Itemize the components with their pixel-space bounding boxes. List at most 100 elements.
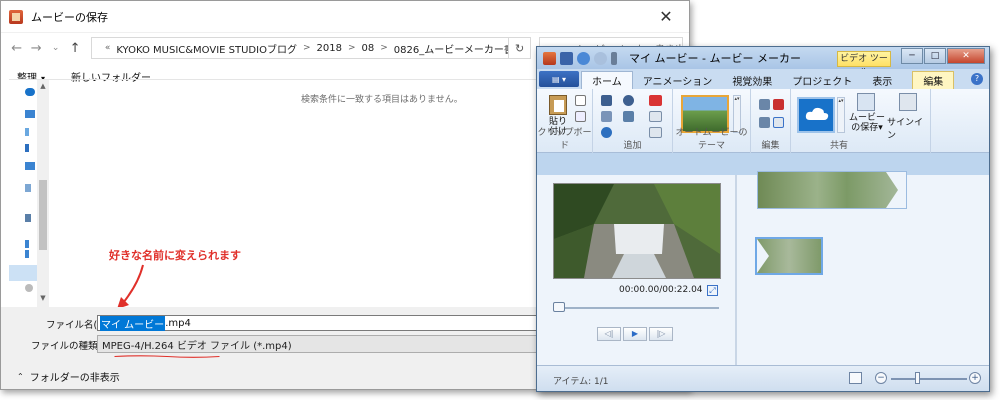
theme-group-label: オートムービーのテーマ	[675, 128, 748, 151]
close-button[interactable]: ✕	[643, 2, 689, 32]
annotation-underline	[114, 355, 220, 358]
filetype-select[interactable]: MPEG-4/H.264 ビデオ ファイル (*.mp4)	[97, 335, 537, 353]
zoom-slider[interactable]	[891, 378, 967, 380]
tab-edit[interactable]: 編集	[912, 71, 955, 89]
snapshot-icon[interactable]	[623, 111, 634, 122]
save-movie-button[interactable]: ムービーの保存▾	[847, 113, 887, 133]
desktop-icon[interactable]	[25, 162, 35, 170]
tab-home[interactable]: ホーム	[581, 71, 633, 89]
address-bar[interactable]: « KYOKO MUSIC&MOVIE STUDIOブログ > 2018 > 0…	[90, 37, 510, 59]
add-video-icon[interactable]	[601, 95, 612, 106]
zoom-slider-thumb[interactable]	[915, 372, 920, 384]
chevron-up-icon[interactable]: ⌃	[17, 372, 24, 381]
breadcrumb-separator[interactable]: >	[380, 43, 388, 53]
zoom-out-button[interactable]: −	[875, 372, 887, 384]
pictures-icon[interactable]	[25, 214, 31, 222]
save-movie-icon[interactable]	[857, 93, 875, 111]
video-tools-label: ビデオ ツール	[837, 51, 891, 78]
onedrive-share-button[interactable]	[797, 97, 835, 133]
redo-icon[interactable]	[594, 51, 607, 65]
dialog-title-bar: ムービーの保存 ✕	[1, 1, 689, 33]
annotation-arrow-icon	[117, 264, 144, 309]
previous-frame-button[interactable]: ◁|	[597, 327, 621, 341]
pc-icon[interactable]	[25, 110, 35, 118]
tab-project[interactable]: プロジェクト	[782, 71, 862, 89]
help-icon[interactable]: ?	[971, 73, 983, 85]
close-button[interactable]: ✕	[947, 48, 985, 64]
movie-maker-icon	[543, 51, 556, 65]
tab-animation[interactable]: アニメーション	[633, 71, 723, 89]
recent-locations-icon[interactable]: ⌄	[46, 43, 65, 53]
breadcrumb-segment[interactable]: 2018	[317, 43, 342, 54]
sidebar-scroll-thumb[interactable]	[39, 180, 47, 250]
save-icon[interactable]	[560, 51, 573, 65]
minimize-button[interactable]: ─	[901, 48, 923, 64]
delete-icon[interactable]	[773, 99, 784, 110]
credits-icon[interactable]	[649, 127, 662, 138]
seek-bar[interactable]	[555, 307, 719, 309]
scroll-up-icon[interactable]: ▲	[37, 82, 49, 90]
storyboard-clip-selected[interactable]	[755, 237, 823, 275]
playback-time: 00:00.00/00:22.04	[619, 285, 703, 295]
next-frame-button[interactable]: |▷	[649, 327, 673, 341]
hide-folders-button[interactable]: フォルダーの非表示	[30, 369, 120, 384]
cloud-icon	[805, 107, 829, 120]
file-menu-button[interactable]: ▤ ▾	[539, 71, 579, 87]
maximize-button[interactable]: □	[924, 48, 946, 64]
onedrive-icon[interactable]	[25, 88, 35, 96]
share-scroll-buttons[interactable]: ▴▾	[837, 97, 845, 133]
objects-icon[interactable]	[25, 128, 29, 136]
select-all-icon[interactable]	[773, 117, 784, 128]
undo-icon[interactable]	[577, 51, 590, 65]
seek-thumb[interactable]	[553, 302, 565, 312]
breadcrumb-separator[interactable]: >	[348, 43, 356, 53]
breadcrumb-segment[interactable]: 0826_ムービーメーカー書き出し	[394, 41, 509, 56]
title-icon[interactable]	[649, 95, 662, 106]
waterfall-preview-image	[554, 184, 720, 278]
drive-icon[interactable]	[25, 284, 33, 292]
selected-nav-item[interactable]	[9, 265, 37, 281]
breadcrumb-segment[interactable]: 08	[362, 43, 375, 54]
zoom-in-button[interactable]: +	[969, 372, 981, 384]
rotate-right-icon[interactable]	[759, 117, 770, 128]
cut-icon[interactable]	[575, 95, 586, 106]
play-button[interactable]: ▶	[623, 327, 647, 341]
edit-group: 編集	[751, 89, 791, 153]
rotate-left-icon[interactable]	[759, 99, 770, 110]
filename-input[interactable]: マイ ムービー .mp4	[97, 315, 537, 331]
caption-icon[interactable]	[649, 111, 662, 122]
refresh-icon[interactable]: ↻	[509, 37, 531, 59]
paste-icon[interactable]	[549, 95, 567, 115]
overflow-chevron[interactable]: «	[105, 43, 111, 53]
video-preview[interactable]	[553, 183, 721, 279]
tab-view[interactable]: 表示	[862, 71, 902, 89]
theme-group: ▴▾ オートムービーのテーマ	[673, 89, 751, 153]
webcam-icon[interactable]	[601, 111, 612, 122]
scroll-down-icon[interactable]: ▼	[37, 294, 49, 302]
copy-icon[interactable]	[575, 111, 586, 122]
fullscreen-icon[interactable]: ⤢	[707, 285, 718, 296]
videos-icon[interactable]	[25, 250, 29, 258]
transition-marker-icon	[757, 239, 769, 273]
thumbnail-size-icon[interactable]	[849, 372, 862, 384]
user-icon[interactable]	[899, 93, 917, 111]
up-icon[interactable]: ↑	[65, 41, 84, 56]
ribbon-tabs: ▤ ▾ ホーム アニメーション 視覚効果 プロジェクト 表示 編集 ?	[537, 69, 989, 89]
add-group: 追加	[593, 89, 673, 153]
download-icon[interactable]	[25, 144, 29, 152]
music-icon[interactable]	[25, 240, 29, 248]
narration-icon[interactable]	[623, 95, 634, 106]
customize-qat-icon[interactable]	[611, 51, 617, 65]
storyboard-clip[interactable]	[757, 171, 907, 209]
tab-visual-effects[interactable]: 視覚効果	[722, 71, 782, 89]
back-icon[interactable]: ←	[7, 41, 26, 56]
add-music-icon[interactable]	[601, 127, 612, 138]
breadcrumb-segment[interactable]: KYOKO MUSIC&MOVIE STUDIOブログ	[116, 41, 297, 56]
documents-icon[interactable]	[25, 184, 31, 192]
pane-splitter[interactable]	[735, 175, 737, 375]
navigation-sidebar: ▲ ▼	[9, 80, 49, 308]
signin-button[interactable]: サインイン	[887, 115, 930, 141]
forward-icon[interactable]: →	[26, 41, 45, 56]
clipboard-group: 貼り付け クリップボード	[537, 89, 593, 153]
breadcrumb-separator[interactable]: >	[303, 43, 311, 53]
